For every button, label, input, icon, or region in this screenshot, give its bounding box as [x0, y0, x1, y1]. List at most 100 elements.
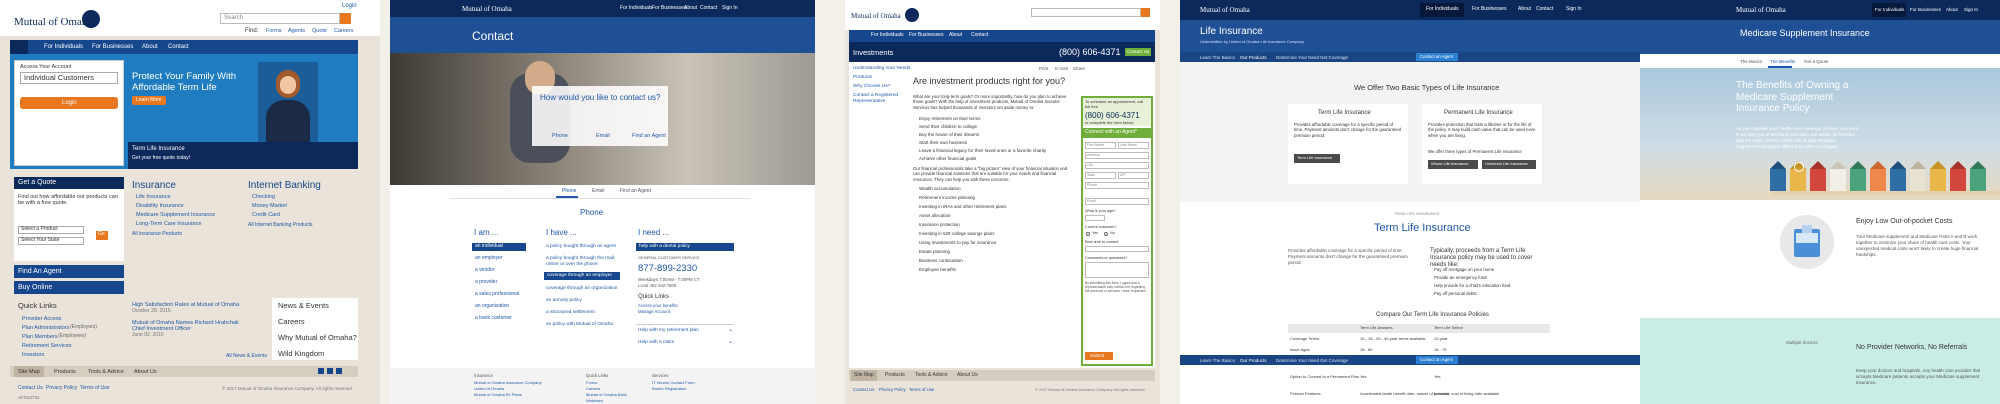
fl-privacy[interactable]: Privacy Policy	[879, 387, 906, 393]
nav-businesses[interactable]: For Businesses	[1910, 7, 1941, 12]
rl-why[interactable]: Why Mutual of Omaha?	[278, 333, 357, 343]
rl-careers[interactable]: Careers	[278, 317, 305, 327]
nav-sign-in[interactable]: Sign In	[722, 5, 738, 12]
ins-link-disability[interactable]: Disability Insurance	[136, 203, 184, 209]
ihave-3[interactable]: coverage through an organization	[546, 286, 617, 292]
facebook-icon[interactable]	[318, 368, 324, 374]
nav-sign-in[interactable]: Sign In	[1566, 6, 1582, 13]
city-input[interactable]	[1085, 162, 1149, 169]
tab-basics[interactable]: The Basics	[1740, 59, 1762, 64]
ihave-1[interactable]: a policy bought through the mail, online…	[546, 256, 620, 267]
nav-about[interactable]: About	[1518, 6, 1531, 13]
footer-col1-1[interactable]: United of Omaha	[474, 386, 504, 392]
nav-contact[interactable]: Contact	[700, 5, 717, 12]
nav-individuals[interactable]: For Individuals	[44, 44, 83, 51]
iam-2[interactable]: a vendor	[475, 267, 494, 274]
sticky-coverage[interactable]: Get Coverage	[1320, 358, 1348, 363]
nav-about[interactable]: About	[142, 44, 158, 51]
ql-plan-members[interactable]: Plan Members	[22, 334, 57, 340]
nav-individuals[interactable]: For Individuals	[1426, 6, 1459, 13]
search-input[interactable]	[1031, 8, 1141, 17]
bank-link-checking[interactable]: Checking	[252, 194, 275, 200]
twitter-icon[interactable]	[327, 368, 333, 374]
ins-link-medicare[interactable]: Medicare Supplement Insurance	[136, 212, 215, 218]
chevron-down-icon[interactable]: ⌄	[728, 339, 733, 346]
footer-col1-2[interactable]: Mutual of Omaha Rx Plans	[474, 392, 522, 398]
logo-text[interactable]: Mutual of Omaha	[462, 5, 512, 13]
yes-radio[interactable]	[1086, 232, 1090, 236]
fl-terms[interactable]: Terms of Use	[909, 387, 934, 393]
ins-link-life[interactable]: Life Insurance	[136, 194, 171, 200]
nav-businesses[interactable]: For Businesses	[652, 5, 686, 12]
bank-link-credit-card[interactable]: Credit Card	[252, 212, 280, 218]
option-email[interactable]: Email	[596, 133, 610, 139]
option-find-agent[interactable]: Find an Agent	[632, 133, 666, 139]
fl-contact[interactable]: Contact Us	[18, 385, 43, 392]
rl-wild-kingdom[interactable]: Wild Kingdom	[278, 349, 324, 359]
iam-6[interactable]: a bank customer	[475, 315, 512, 322]
sticky-need[interactable]: Determine Your Need	[1276, 358, 1319, 363]
help-retirement[interactable]: Help with my retirement plan	[638, 328, 699, 334]
share-link[interactable]: Share	[1073, 66, 1085, 71]
home-icon[interactable]	[10, 40, 28, 54]
comments-textarea[interactable]	[1085, 262, 1149, 278]
footer-col2-1[interactable]: Careers	[586, 386, 600, 392]
subnav-coverage[interactable]: Get Coverage	[1320, 55, 1348, 60]
subnav-products[interactable]: Our Products	[1240, 55, 1267, 60]
term-promo-title[interactable]: Term Life Insurance	[132, 146, 185, 153]
logo-text[interactable]: Mutual of Omaha	[1736, 6, 1786, 14]
fl-terms[interactable]: Terms of Use	[80, 385, 109, 392]
fl-contact[interactable]: Contact Us	[853, 387, 874, 393]
footer-col3-0[interactable]: IT Vendor Contact Form	[652, 380, 695, 386]
ihave-4[interactable]: an annuity policy	[546, 298, 582, 304]
ft-tools[interactable]: Tools & Advice	[915, 372, 948, 379]
nav-about[interactable]: About	[684, 5, 697, 12]
ft-sitemap[interactable]: Site Map	[18, 369, 40, 375]
footer-col2-2[interactable]: Mutual of Omaha Bank	[586, 392, 627, 398]
fl-privacy[interactable]: Privacy Policy	[46, 385, 77, 392]
tab-email[interactable]: Email	[592, 188, 605, 195]
login-link[interactable]: Login	[342, 3, 357, 10]
nav-contact[interactable]: Contact	[168, 44, 189, 51]
side-link-3[interactable]: Contact a Registered Representative	[853, 93, 905, 104]
side-link-1[interactable]: Products	[853, 75, 872, 81]
help-claim[interactable]: Help with a claim	[638, 340, 674, 346]
ql-provider-access[interactable]: Provider Access	[22, 316, 61, 322]
iam-4[interactable]: a sales professional	[475, 291, 519, 298]
ft-about[interactable]: About Us	[134, 369, 157, 375]
footer-col2-3[interactable]: Webinars	[586, 398, 603, 404]
bank-link-money-market[interactable]: Money Market	[252, 203, 287, 209]
linkedin-icon[interactable]	[336, 368, 342, 374]
ql-1[interactable]: Manage Account	[638, 309, 670, 315]
nav-about[interactable]: About	[949, 32, 962, 39]
nav-businesses[interactable]: For Businesses	[909, 32, 943, 39]
side-link-0[interactable]: Understanding Your Needs	[853, 66, 910, 72]
all-banking-link[interactable]: All Internet Banking Products	[248, 222, 312, 229]
tab-quote[interactable]: Get a Quote	[1804, 59, 1829, 64]
callout-phone[interactable]: (800) 606-4371	[1085, 111, 1140, 120]
email-link[interactable]: E-mail	[1055, 66, 1068, 71]
sticky-basics[interactable]: Learn The Basics	[1200, 358, 1235, 363]
nav-about[interactable]: About	[1946, 7, 1958, 12]
find-careers[interactable]: Careers	[334, 28, 354, 34]
footer-col3-1[interactable]: Broker Registration	[652, 386, 686, 392]
footer-col2-0[interactable]: Forms	[586, 380, 597, 386]
find-quote[interactable]: Quote	[312, 28, 327, 34]
ft-sitemap[interactable]: Site Map	[854, 372, 874, 379]
nav-contact[interactable]: Contact	[1536, 6, 1553, 13]
nav-individuals[interactable]: For Individuals	[871, 32, 904, 39]
subnav-basics[interactable]: Learn The Basics	[1200, 55, 1235, 60]
iam-3[interactable]: a provider	[475, 279, 497, 286]
search-icon[interactable]	[1141, 8, 1150, 17]
ft-products[interactable]: Products	[885, 372, 905, 379]
footer-col1-0[interactable]: Mutual of Omaha Insurance Company	[474, 380, 542, 386]
section-phone[interactable]: (800) 606-4371	[1059, 47, 1121, 57]
age-select[interactable]	[1085, 215, 1105, 221]
all-insurance-link[interactable]: All Insurance Products	[132, 231, 182, 238]
news-item-2[interactable]: Mutual of Omaha Names Richard Hrabchak C…	[132, 320, 252, 333]
ins-link-ltc[interactable]: Long-Term Care Insurance	[136, 221, 201, 227]
chevron-down-icon[interactable]	[1794, 162, 1804, 172]
ql-investors[interactable]: Investors	[22, 352, 44, 358]
option-phone[interactable]: Phone	[552, 133, 568, 139]
nav-businesses[interactable]: For Businesses	[1472, 6, 1506, 13]
